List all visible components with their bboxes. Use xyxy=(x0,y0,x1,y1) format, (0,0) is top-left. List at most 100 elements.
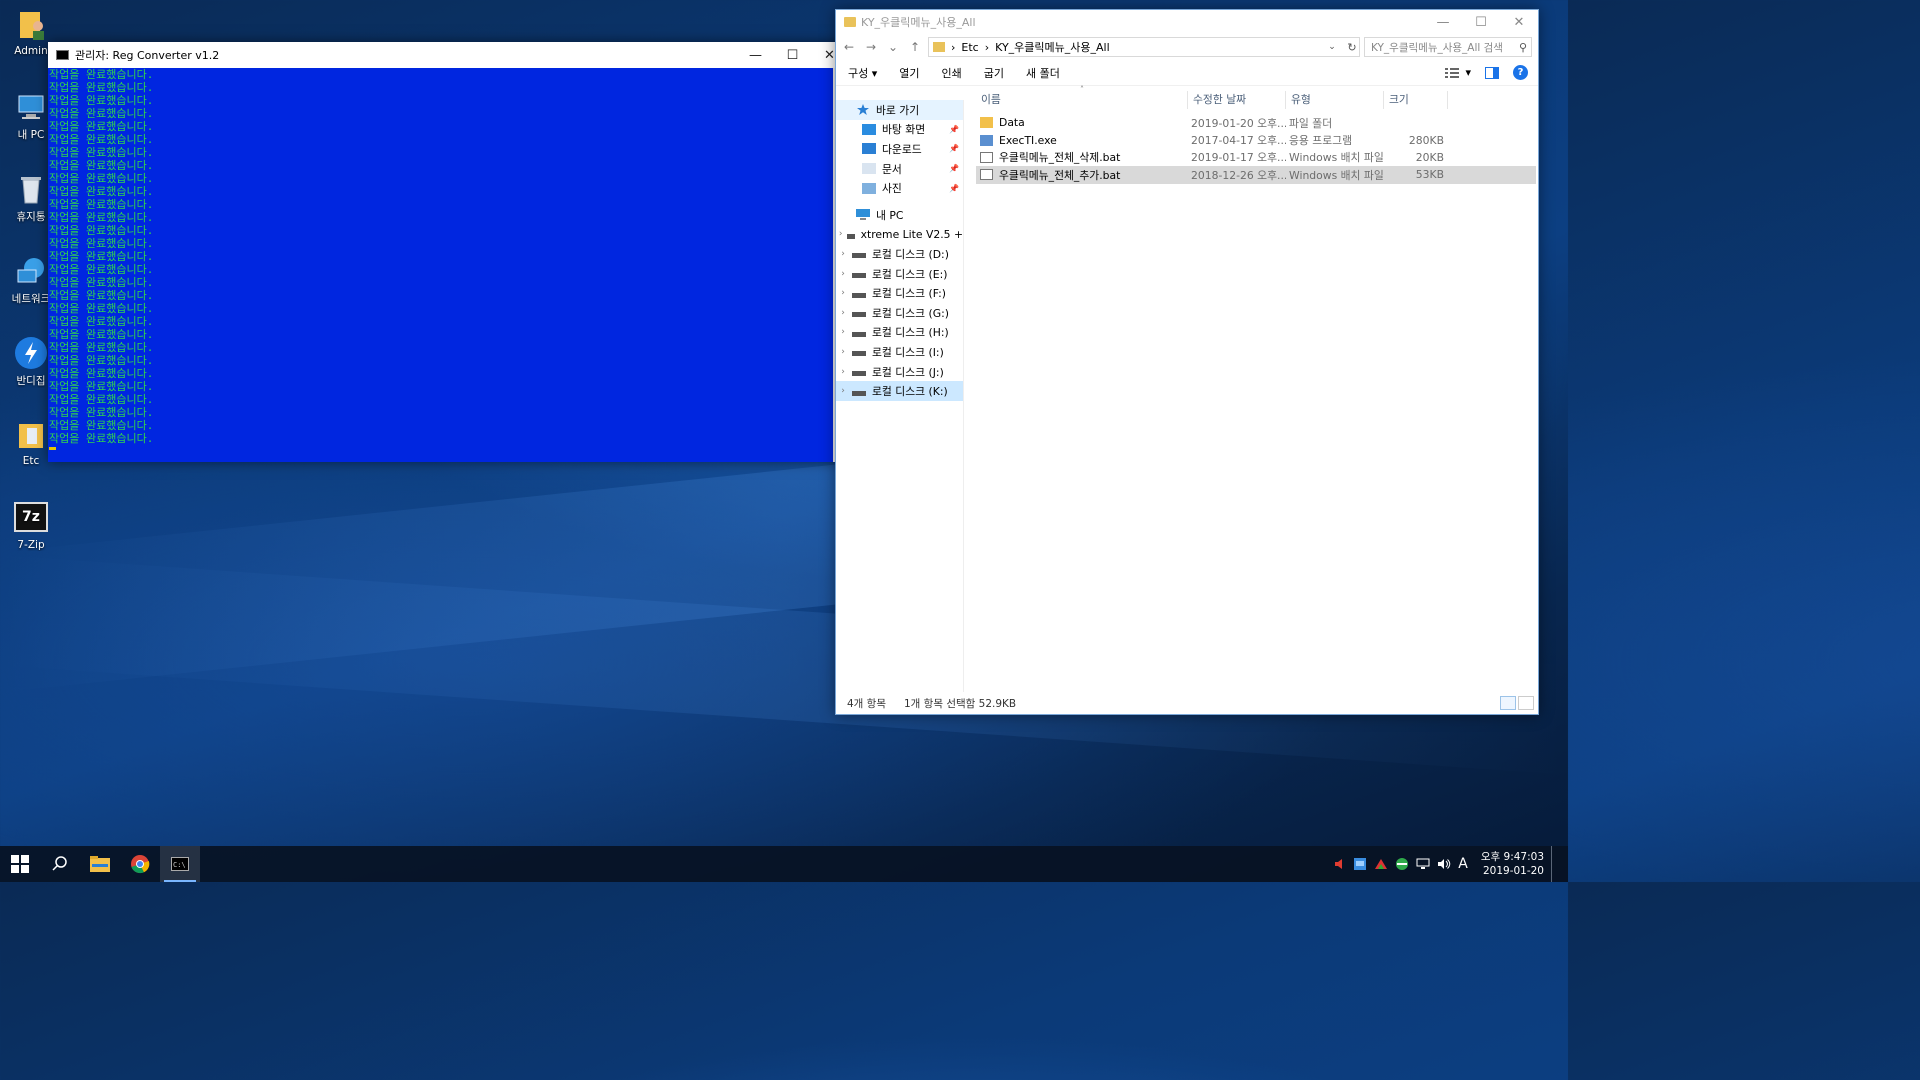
details-view-icon[interactable] xyxy=(1500,696,1516,710)
expand-chevron-icon[interactable]: › xyxy=(838,367,848,377)
console-line: 작업을 완료했습니다. xyxy=(49,224,154,237)
pin-icon[interactable]: 📌 xyxy=(949,144,959,153)
desktop-icon-label: 7-Zip xyxy=(17,539,45,551)
pin-icon[interactable]: 📌 xyxy=(949,184,959,193)
file-name: 우클릭메뉴_전체_삭제.bat xyxy=(999,151,1121,165)
nav-drive-item[interactable]: › 로컬 디스크 (J:) xyxy=(836,362,963,382)
nav-pinned-label: 문서 xyxy=(882,162,902,176)
network-status-icon[interactable] xyxy=(1416,858,1430,870)
burn-button[interactable]: 굽기 xyxy=(984,65,1004,81)
console-line: 작업을 완료했습니다. xyxy=(49,393,154,406)
show-desktop-button[interactable] xyxy=(1551,846,1556,882)
explorer-title: KY_우클릭메뉴_사용_All xyxy=(861,16,976,29)
maximize-button[interactable]: ☐ xyxy=(1462,9,1500,35)
expand-chevron-icon[interactable]: › xyxy=(838,386,848,396)
volume-icon[interactable] xyxy=(1437,858,1451,870)
nav-drive-item[interactable]: › 로컬 디스크 (G:) xyxy=(836,303,963,323)
address-dropdown-icon[interactable]: ⌄ xyxy=(1325,42,1339,52)
console-line: 작업을 완료했습니다. xyxy=(49,81,154,94)
new-folder-button[interactable]: 새 폴더 xyxy=(1026,65,1060,81)
app-tray-icon[interactable] xyxy=(1353,857,1367,871)
console-line: 작업을 완료했습니다. xyxy=(49,263,154,276)
file-row[interactable]: ExecTI.exe 2017-04-17 오후... 응용 프로그램 280KB xyxy=(976,131,1536,148)
search-icon[interactable] xyxy=(40,846,80,882)
nav-this-pc[interactable]: 내 PC xyxy=(836,205,963,225)
ime-indicator[interactable]: A xyxy=(1458,856,1468,872)
search-input[interactable]: KY_우클릭메뉴_사용_All 검색 ⚲ xyxy=(1364,37,1532,57)
speaker-muted-icon[interactable] xyxy=(1334,858,1346,870)
file-row[interactable]: 우클릭메뉴_전체_삭제.bat 2019-01-17 오후... Windows 배… xyxy=(976,149,1536,166)
file-name-cell: 우클릭메뉴_전체_삭제.bat xyxy=(976,149,1188,165)
nav-drive-item[interactable]: › 로컬 디스크 (E:) xyxy=(836,264,963,284)
nav-pinned-item[interactable]: 다운로드 📌 xyxy=(836,139,963,159)
pin-icon[interactable]: 📌 xyxy=(949,164,959,173)
expand-chevron-icon[interactable]: › xyxy=(838,288,848,298)
desktop-icon-7zip[interactable]: 7z 7-Zip xyxy=(6,502,56,551)
large-icons-view-icon[interactable] xyxy=(1518,696,1534,710)
nav-drive-item[interactable]: › 로컬 디스크 (H:) xyxy=(836,323,963,343)
explorer-titlebar[interactable]: KY_우클릭메뉴_사용_All — ☐ ✕ xyxy=(836,10,1538,34)
expand-chevron-icon[interactable]: › xyxy=(838,229,843,239)
nav-drive-label: 로컬 디스크 (D:) xyxy=(872,247,949,261)
console-output[interactable]: 작업을 완료했습니다. 작업을 완료했습니다. 작업을 완료했습니다. 작업을 완료했… xyxy=(48,68,833,462)
organize-button[interactable]: 구성 ▾ xyxy=(848,65,877,81)
file-list[interactable]: ˄ 이름 수정한 날짜 유형 크기 Data 2019-01-20 오후... 파일… xyxy=(976,85,1536,184)
column-header-size[interactable]: 크기 xyxy=(1384,91,1448,109)
nav-quick-access[interactable]: 바로 가기 xyxy=(836,100,963,120)
back-button[interactable]: ← xyxy=(840,37,858,57)
minimize-button[interactable]: — xyxy=(1424,9,1462,35)
column-header-type[interactable]: 유형 xyxy=(1286,91,1384,109)
preview-pane-icon[interactable] xyxy=(1485,66,1499,79)
minimize-button[interactable]: — xyxy=(737,42,774,68)
nav-pinned-item[interactable]: 사진 📌 xyxy=(836,178,963,198)
change-view-button[interactable]: ▾ xyxy=(1445,66,1471,79)
file-row[interactable]: Data 2019-01-20 오후... 파일 폴더 xyxy=(976,114,1536,131)
breadcrumb-item[interactable]: Etc xyxy=(961,41,978,54)
console-line: 작업을 완료했습니다. xyxy=(49,133,154,146)
explorer-window[interactable]: KY_우클릭메뉴_사용_All — ☐ ✕ ← → ⌄ ↑ › Etc › KY… xyxy=(835,9,1539,715)
close-button[interactable]: ✕ xyxy=(1500,9,1538,35)
nav-drive-item[interactable]: › 로컬 디스크 (I:) xyxy=(836,342,963,362)
expand-chevron-icon[interactable]: › xyxy=(838,269,848,279)
file-row[interactable]: 우클릭메뉴_전체_추가.bat 2018-12-26 오후... Windows 배… xyxy=(976,166,1536,184)
nav-pinned-label: 다운로드 xyxy=(882,142,922,156)
console-line: 작업을 완료했습니다. xyxy=(49,276,154,289)
help-icon[interactable]: ? xyxy=(1513,65,1528,80)
expand-chevron-icon[interactable]: › xyxy=(838,308,848,318)
svg-text:C:\: C:\ xyxy=(173,861,186,869)
start-icon[interactable] xyxy=(0,846,40,882)
open-button[interactable]: 열기 xyxy=(899,65,919,81)
file-type: Windows 배치 파일 xyxy=(1289,168,1384,182)
expand-chevron-icon[interactable]: › xyxy=(838,249,848,259)
nav-drive-item[interactable]: › 로컬 디스크 (K:) xyxy=(836,381,963,401)
clock[interactable]: 오후 9:47:03 2019-01-20 xyxy=(1481,850,1544,878)
pin-icon[interactable]: 📌 xyxy=(949,125,959,134)
up-button[interactable]: ↑ xyxy=(906,37,924,57)
expand-chevron-icon[interactable]: › xyxy=(838,327,848,337)
refresh-icon[interactable]: ↻ xyxy=(1345,41,1359,54)
breadcrumb-item[interactable]: KY_우클릭메뉴_사용_All xyxy=(995,39,1110,55)
nav-pinned-item[interactable]: 바탕 화면 📌 xyxy=(836,120,963,140)
bandizip-tray-icon[interactable] xyxy=(1374,857,1388,871)
expand-chevron-icon[interactable]: › xyxy=(838,347,848,357)
print-button[interactable]: 인쇄 xyxy=(942,65,962,81)
console-line: 작업을 완료했습니다. xyxy=(49,185,154,198)
navigation-pane[interactable]: 바로 가기 바탕 화면 📌 다운로드 📌 문서 📌 사진 📌 내 PC › xtreme Lit… xyxy=(836,100,964,692)
chrome-icon[interactable] xyxy=(120,846,160,882)
file-explorer-icon[interactable] xyxy=(80,846,120,882)
recent-locations-button[interactable]: ⌄ xyxy=(884,37,902,57)
console-icon[interactable]: C:\ xyxy=(160,846,200,882)
forward-button[interactable]: → xyxy=(862,37,880,57)
console-line: 작업을 완료했습니다. xyxy=(49,406,154,419)
nav-pinned-item[interactable]: 문서 📌 xyxy=(836,159,963,179)
nav-drive-item[interactable]: › 로컬 디스크 (D:) xyxy=(836,244,963,264)
network-tray-icon[interactable] xyxy=(1395,857,1409,871)
maximize-button[interactable]: ☐ xyxy=(774,42,811,68)
nav-drive-item[interactable]: › xtreme Lite V2.5 + xyxy=(836,225,963,245)
console-titlebar[interactable]: 관리자: Reg Converter v1.2 — ☐ ✕ xyxy=(48,42,848,68)
column-header-date[interactable]: 수정한 날짜 xyxy=(1188,91,1286,109)
address-bar[interactable]: › Etc › KY_우클릭메뉴_사용_All ⌄ ↻ xyxy=(928,37,1360,57)
console-line: 작업을 완료했습니다. xyxy=(49,289,154,302)
console-window[interactable]: 관리자: Reg Converter v1.2 — ☐ ✕ 작업을 완료했습니다… xyxy=(48,42,848,462)
nav-drive-item[interactable]: › 로컬 디스크 (F:) xyxy=(836,283,963,303)
